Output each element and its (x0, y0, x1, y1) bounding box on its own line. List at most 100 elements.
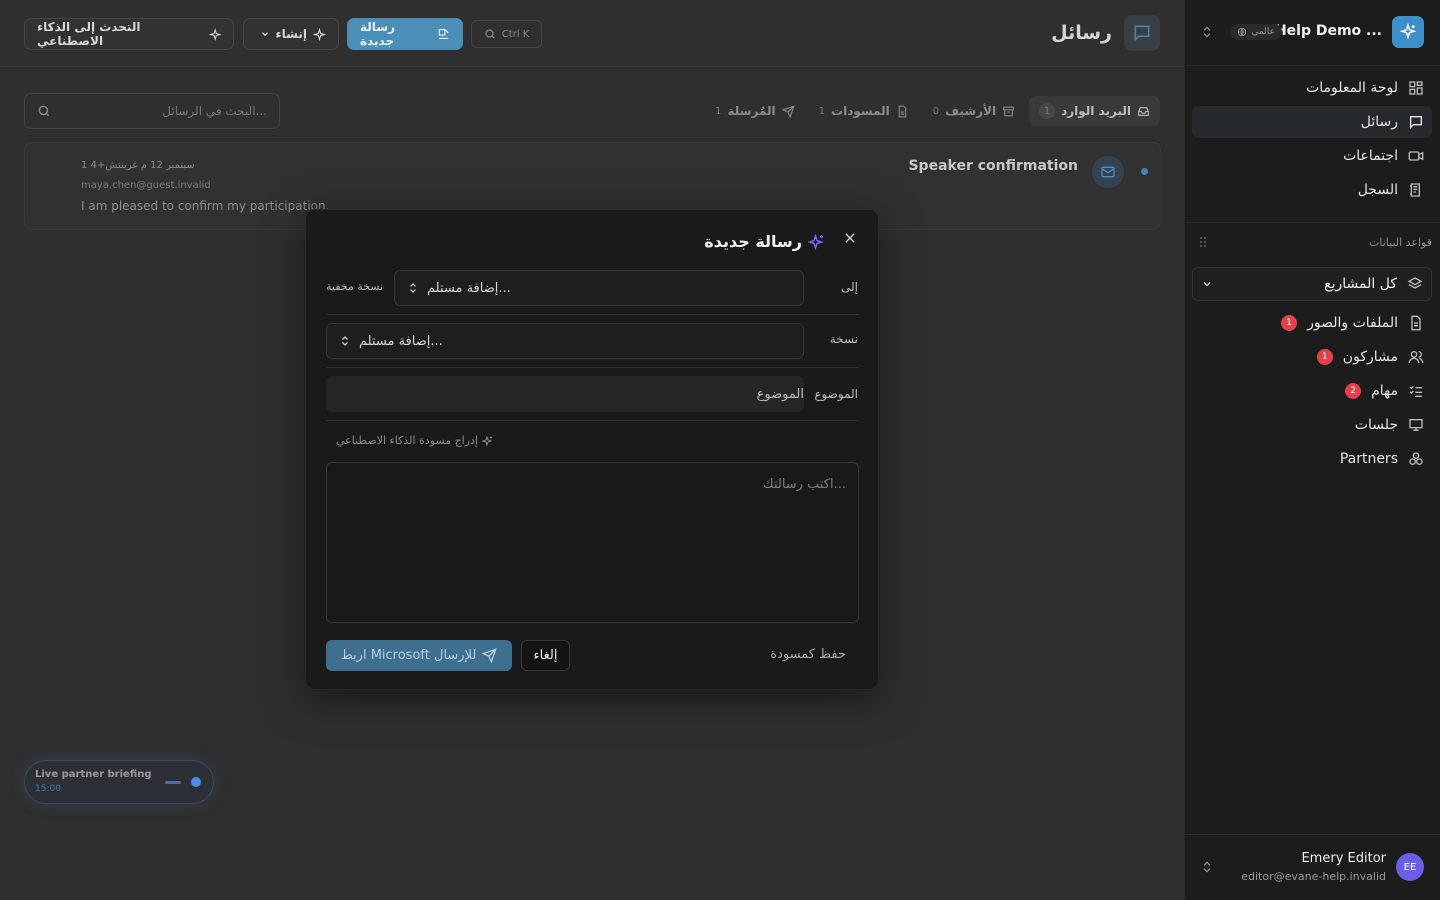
presentation-icon (1409, 419, 1423, 431)
ai-chat-label: التحدث إلى الذكاء الاصطناعي (37, 20, 141, 48)
chevron-up-down-icon[interactable] (1200, 859, 1214, 875)
shortcut-label: Ctrl K (501, 28, 530, 40)
to-recipient-input[interactable]: إضافة مستلم... (394, 270, 804, 306)
sidebar: Help Demo ... عالمي لوحة المعلومات رسائل… (1184, 0, 1440, 900)
database-list: الملفات والصور 1 مشاركون 1 مهام 2 جلسات … (1192, 306, 1432, 476)
tab-count: 1 (818, 105, 826, 117)
create-label: إنشاء (275, 27, 307, 41)
close-icon[interactable] (843, 231, 857, 245)
live-session-pill[interactable]: Live partner briefing 15:00 (24, 760, 214, 804)
nav-item-meetings[interactable]: اجتماعات (1192, 140, 1432, 172)
workspace-name: Help Demo ... (1274, 23, 1382, 39)
tab-count: 1 (715, 105, 722, 117)
globe-icon (1238, 27, 1247, 37)
sidebar-divider (1184, 222, 1440, 223)
database-item-participants[interactable]: مشاركون 1 (1192, 340, 1432, 374)
chevron-up-down-icon[interactable] (1200, 24, 1214, 40)
nav-item-label: اجتماعات (1343, 148, 1398, 164)
insert-ai-draft-link[interactable]: إدراج مسودة الذكاء الاصطناعي (336, 434, 494, 447)
message-subject: Speaker confirmation (908, 158, 1078, 174)
live-session-time: 15:00 (35, 784, 61, 794)
live-indicator-bar (165, 781, 181, 784)
user-menu[interactable]: EE Emery Editor editor@evane-help.invali… (1184, 834, 1440, 900)
search-placeholder: البحث في الرسائل... (162, 104, 267, 118)
sparkle-icon (313, 27, 326, 41)
database-item-label: مشاركون (1342, 349, 1398, 365)
chevron-up-down-icon (342, 336, 348, 346)
new-message-button[interactable]: رسالة جديدة (347, 18, 463, 50)
count-badge: 2 (1345, 383, 1362, 399)
compose-icon (438, 28, 449, 40)
message-date: 1 سبتمبر 12 م غرينتش+4 (81, 160, 195, 171)
database-item-label: مهام (1371, 383, 1398, 399)
unread-indicator (1141, 168, 1148, 175)
tab-inbox[interactable]: البريد الوارد 1 (1029, 96, 1160, 126)
cc-label: نسخة (829, 332, 858, 346)
message-search-input[interactable]: البحث في الرسائل... (24, 93, 280, 129)
project-select[interactable]: كل المشاريع (1192, 267, 1432, 301)
database-item-label: جلسات (1354, 417, 1398, 433)
field-divider (326, 420, 859, 421)
body-placeholder: اكتب رسالتك... (763, 477, 846, 492)
create-button[interactable]: إنشاء (243, 18, 339, 50)
send-icon (781, 104, 795, 118)
cc-placeholder: إضافة مستلم... (359, 333, 443, 349)
tab-label: المسودات (831, 104, 890, 118)
database-item-partners[interactable]: Partners (1192, 442, 1432, 476)
tab-archive[interactable]: الأرشيف 0 (923, 96, 1025, 126)
ai-chat-button[interactable]: التحدث إلى الذكاء الاصطناعي (24, 18, 234, 50)
tab-label: المُرسلة (727, 104, 776, 118)
save-draft-button[interactable]: حفظ كمسودة (770, 647, 846, 662)
count-badge: 1 (1281, 315, 1298, 331)
nav-item-log[interactable]: السجل (1192, 174, 1432, 206)
tasks-icon (1409, 385, 1422, 397)
sparkle-icon (482, 434, 493, 447)
user-name: Emery Editor (1301, 851, 1386, 866)
send-icon (482, 648, 498, 663)
dialog-title: رسالة جديدة (704, 232, 802, 251)
users-icon (1408, 351, 1424, 364)
project-select-label: كل المشاريع (1324, 276, 1397, 292)
cc-recipient-input[interactable]: إضافة مستلم... (326, 323, 804, 359)
cancel-button[interactable]: إلغاء (521, 640, 570, 671)
top-bar: رسائل Ctrl K رسالة جديدة إنشاء التحدث إل… (0, 0, 1184, 67)
database-item-files[interactable]: الملفات والصور 1 (1192, 306, 1432, 340)
sparkle-icon (1399, 23, 1417, 40)
subject-input[interactable]: الموضوع (326, 376, 804, 412)
live-indicator-dot (191, 777, 201, 787)
page-title: رسائل (1051, 22, 1112, 44)
tab-sent[interactable]: المُرسلة 1 (705, 96, 804, 126)
subject-placeholder: الموضوع (756, 386, 804, 402)
nav-item-dashboard[interactable]: لوحة المعلومات (1192, 72, 1432, 104)
message-body-textarea[interactable]: اكتب رسالتك... (326, 462, 859, 623)
message-preview: I am pleased to confirm my participation… (81, 199, 330, 213)
mailbox-tabs: البريد الوارد 1 الأرشيف 0 المسودات 1 الم… (705, 96, 1160, 126)
command-search-button[interactable]: Ctrl K (471, 20, 542, 48)
database-item-tasks[interactable]: مهام 2 (1192, 374, 1432, 408)
workspace-switcher[interactable]: Help Demo ... عالمي (1184, 0, 1440, 66)
nav-item-messages[interactable]: رسائل (1192, 106, 1432, 138)
tab-drafts[interactable]: المسودات 1 (809, 96, 919, 126)
drag-handle-icon[interactable] (1199, 236, 1207, 248)
nav-item-label: رسائل (1360, 114, 1398, 130)
tab-count: 1 (1039, 103, 1056, 119)
file-icon (1411, 315, 1421, 331)
database-item-label: الملفات والصور (1307, 315, 1398, 331)
badge-label: عالمي (1251, 27, 1275, 37)
search-icon (38, 105, 50, 117)
sparkle-icon (208, 27, 221, 41)
inbox-icon (1138, 106, 1149, 116)
video-icon (1408, 151, 1424, 161)
field-divider (326, 314, 859, 315)
to-label: إلى (841, 280, 858, 294)
connect-microsoft-send-button[interactable]: اربط Microsoft للإرسال (326, 640, 512, 671)
avatar: EE (1396, 853, 1424, 881)
chevron-up-down-icon (410, 283, 416, 293)
message-sender: maya.chen@guest.invalid (81, 180, 211, 191)
document-icon (898, 105, 907, 117)
log-icon (1410, 183, 1420, 197)
dashboard-icon (1409, 81, 1423, 95)
database-item-sessions[interactable]: جلسات (1192, 408, 1432, 442)
workspace-scope-badge: عالمي (1230, 24, 1282, 40)
bcc-toggle[interactable]: نسخة مخفية (326, 280, 383, 293)
